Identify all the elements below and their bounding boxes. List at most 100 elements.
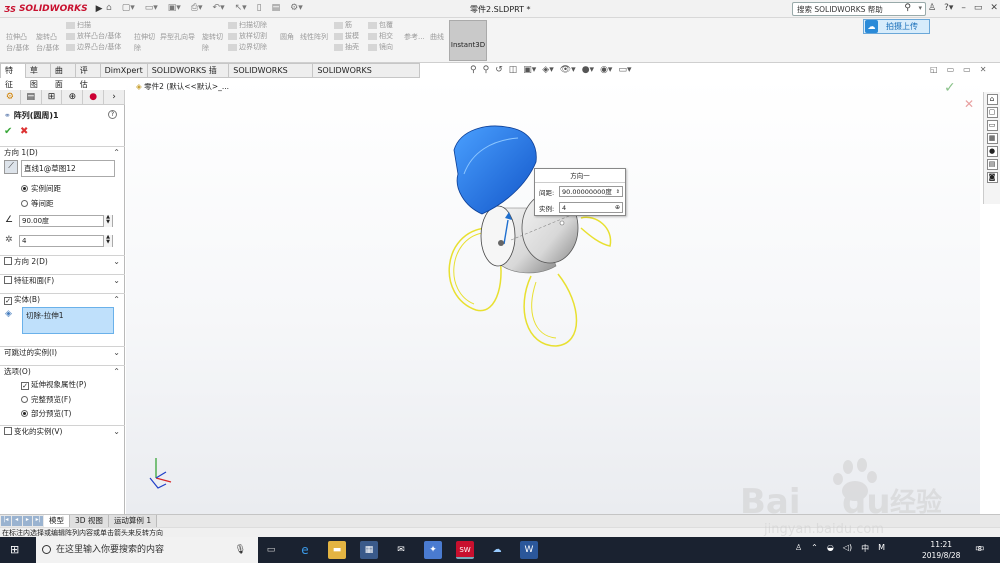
hide-show-icon[interactable]: 👁▾: [560, 65, 576, 75]
fillet-button[interactable]: 圆角: [280, 32, 294, 43]
view-orientation-icon[interactable]: ▣▾: [523, 65, 536, 75]
zoom-area-icon[interactable]: ⚲: [483, 65, 490, 75]
instances-input[interactable]: 4 ▲ ▼: [19, 235, 113, 247]
callout-count-input[interactable]: 4 ⊕: [559, 202, 623, 213]
cancel-button[interactable]: ✖: [20, 126, 28, 137]
partial-preview-option[interactable]: 部分预览(T): [21, 408, 71, 419]
feature-tree-breadcrumb[interactable]: ◈ 零件2 (默认<<默认>_...: [136, 81, 229, 92]
tab-evaluate[interactable]: 评估: [75, 63, 101, 89]
revolve-boss-button[interactable]: 旋转凸 台/基体: [36, 32, 59, 54]
features-faces-checkbox[interactable]: [4, 276, 12, 284]
sweep-loft-boundary-group[interactable]: 扫描 放样凸台/基体 边界凸台/基体: [66, 20, 121, 53]
custom-props-tab-icon[interactable]: ▤: [986, 159, 998, 170]
mail-icon[interactable]: ✉: [392, 541, 410, 559]
features-faces-section[interactable]: 特征和面(F) ⌄: [0, 274, 125, 287]
skip-instances-section[interactable]: 可跳过的实例(I) ⌄: [0, 346, 125, 359]
feature-manager-tab-icon[interactable]: ⚙: [0, 90, 21, 105]
notification-center-icon[interactable]: ▭8: [975, 543, 984, 554]
bodies-list[interactable]: 切除-拉伸1: [22, 307, 114, 334]
radio-unselected[interactable]: [21, 200, 28, 207]
minimize-icon[interactable]: –: [961, 3, 966, 13]
task-view-icon[interactable]: ▭: [262, 541, 280, 559]
appearances-tab-icon[interactable]: ●: [986, 146, 998, 157]
direction2-section[interactable]: 方向 2(D) ⌄: [0, 255, 125, 268]
tab-model[interactable]: 模型: [44, 515, 70, 527]
instance-spacing-option[interactable]: 实例间距: [21, 183, 61, 194]
edge-icon[interactable]: e: [296, 541, 314, 559]
baidu-netdisk-icon[interactable]: ☁: [488, 541, 506, 559]
word-icon[interactable]: W: [520, 541, 538, 559]
bodies-checkbox[interactable]: ✓: [4, 297, 12, 305]
scene-icon[interactable]: ◉▾: [600, 65, 612, 75]
tab-inspection[interactable]: SOLIDWORKS Inspection: [313, 63, 421, 89]
tab-surfaces[interactable]: 曲面: [50, 63, 76, 89]
solidworks-taskbar-icon[interactable]: SW: [456, 541, 474, 559]
radio-selected[interactable]: [21, 410, 28, 417]
select-icon[interactable]: ↖▾: [235, 3, 247, 13]
callout-spacing-input[interactable]: 90.00000000度 ⇕: [559, 186, 623, 197]
restore-icon[interactable]: ▭: [974, 3, 983, 13]
linear-pattern-button[interactable]: 线性阵列: [300, 32, 328, 43]
collapse-icon[interactable]: ⌃: [113, 366, 120, 378]
expand-icon[interactable]: ⌄: [113, 426, 120, 438]
radio-selected[interactable]: [21, 185, 28, 192]
wrap-intersect-mirror-group[interactable]: 包覆 相交 镜向: [368, 20, 393, 53]
prev-tab-icon[interactable]: ◂: [11, 516, 22, 526]
config-manager-tab-icon[interactable]: ⊞: [42, 90, 63, 105]
dropdown-arrow-icon[interactable]: ▾: [918, 4, 922, 12]
view-settings-icon[interactable]: ▭▾: [618, 65, 631, 75]
upload-button[interactable]: ☁ 拍摄上传: [863, 19, 930, 34]
direction1-section[interactable]: 方向 1(D) ⌃: [0, 146, 125, 159]
tab-mbd[interactable]: SOLIDWORKS MBD: [229, 63, 314, 89]
bodies-section[interactable]: ✓ 实体(B) ⌃: [0, 293, 125, 306]
extrude-cut-button[interactable]: 拉伸切除: [134, 32, 155, 54]
windows-start-icon[interactable]: ⊞: [10, 543, 19, 556]
tab-addins[interactable]: SOLIDWORKS 插件: [147, 63, 230, 89]
restore-view-icon[interactable]: ▭: [963, 65, 971, 74]
angle-spin-icon[interactable]: ▲ ▼: [103, 215, 112, 227]
equal-spacing-option[interactable]: 等间距: [21, 198, 54, 209]
help-icon[interactable]: ?: [108, 110, 117, 119]
radio-unselected[interactable]: [21, 396, 28, 403]
rib-draft-shell-group[interactable]: 筋拔模 抽壳: [334, 20, 359, 53]
store-icon[interactable]: ▦: [360, 541, 378, 559]
options-icon[interactable]: ⚙▾: [290, 3, 303, 13]
undo-icon[interactable]: ↶▾: [213, 3, 225, 13]
expand-icon[interactable]: ⌄: [113, 347, 120, 359]
dimxpert-tab-icon[interactable]: ⊕: [62, 90, 84, 105]
tile-icon[interactable]: ◱: [930, 65, 938, 74]
reference-geometry-button[interactable]: 参考...: [404, 32, 425, 43]
print-icon[interactable]: ⎙▾: [191, 3, 203, 13]
home-icon[interactable]: ⌂: [106, 3, 112, 13]
extend-checkbox[interactable]: ✓: [21, 382, 29, 390]
angle-input[interactable]: 90.00度 ▲ ▼: [19, 215, 113, 227]
spin-icon[interactable]: ⇕: [616, 187, 620, 197]
home-tab-icon[interactable]: ⌂: [986, 94, 998, 105]
revolve-cut-button[interactable]: 旋转切除: [202, 32, 223, 54]
help-icon[interactable]: ?▾: [944, 3, 953, 13]
close-view-icon[interactable]: ✕: [980, 65, 987, 74]
file-explorer-icon[interactable]: ▬: [328, 541, 346, 559]
cut-group[interactable]: 扫描切除 放样切割 边界切除: [228, 20, 267, 53]
save-icon[interactable]: ▣▾: [168, 3, 181, 13]
blue-blade[interactable]: [453, 125, 537, 215]
last-tab-icon[interactable]: ▸|: [33, 516, 43, 526]
solidworks-logo[interactable]: ƷS SOLIDWORKS ▶: [4, 2, 103, 16]
vary-checkbox[interactable]: [4, 427, 12, 435]
lock-icon[interactable]: ⊕: [615, 203, 620, 213]
tab-features[interactable]: 特征: [0, 63, 26, 89]
section-view-icon[interactable]: ◫: [509, 65, 518, 75]
hole-wizard-button[interactable]: 异型孔向导: [160, 32, 195, 43]
next-tab-icon[interactable]: ▸: [22, 516, 33, 526]
varying-instances-section[interactable]: 变化的实例(V) ⌄: [0, 425, 125, 438]
open-icon[interactable]: ▭▾: [145, 3, 158, 13]
previous-view-icon[interactable]: ↺: [495, 65, 503, 75]
app-icon[interactable]: ✦: [424, 541, 442, 559]
maximize-icon[interactable]: ▭: [947, 65, 955, 74]
graphics-viewport[interactable]: ✓ ✕: [126, 78, 980, 514]
file-explorer-tab-icon[interactable]: ▭: [986, 120, 998, 131]
pattern-axis-field[interactable]: 直线1@草图12: [21, 160, 115, 177]
view-palette-tab-icon[interactable]: ▦: [986, 133, 998, 144]
expand-tabs-icon[interactable]: ›: [104, 90, 125, 105]
curves-button[interactable]: 曲线: [430, 32, 444, 43]
